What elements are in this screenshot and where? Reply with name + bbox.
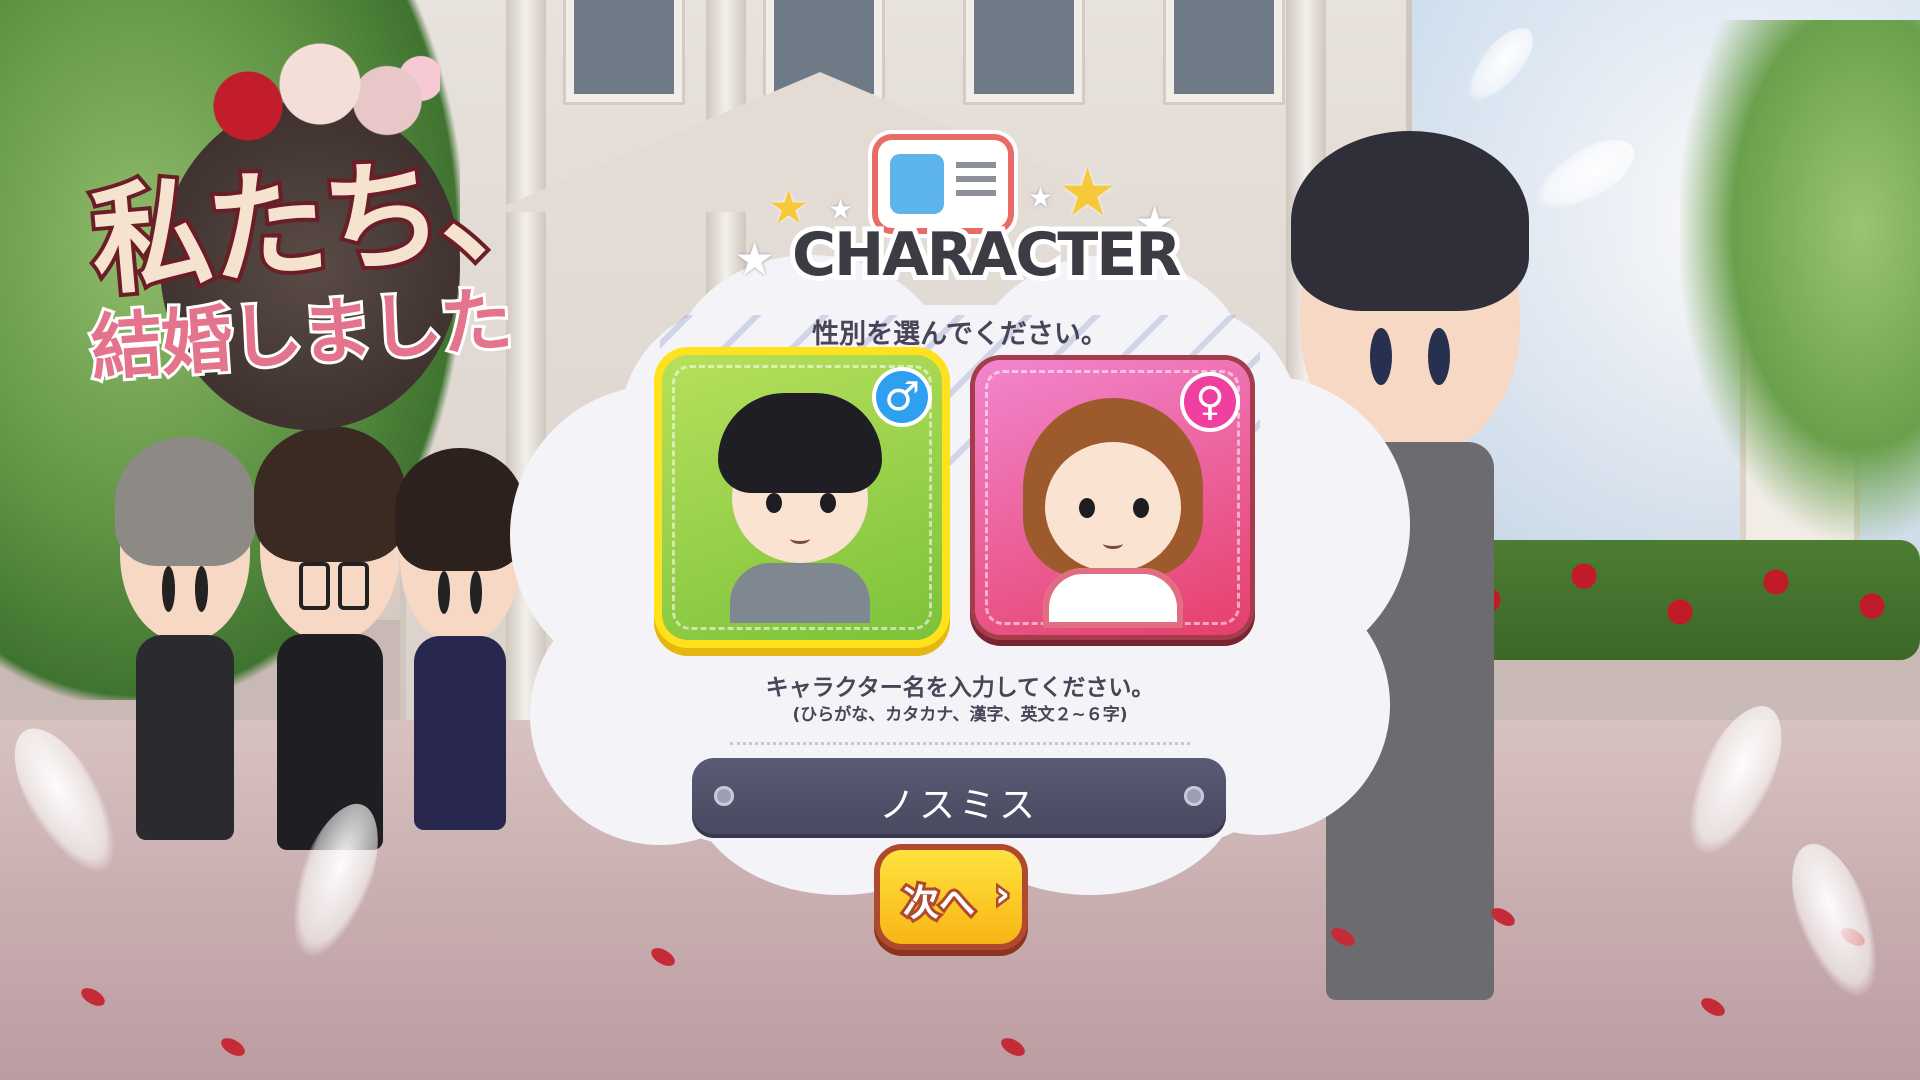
name-hint: (ひらがな、カタカナ、漢字、英文２~６字)	[792, 705, 1128, 725]
rivet-icon	[1184, 786, 1204, 806]
female-card[interactable]: ♀	[975, 360, 1250, 635]
guest-glasses-man	[254, 426, 406, 850]
rivet-icon	[714, 786, 734, 806]
game-logo: 私たち、 結婚しました	[50, 40, 570, 430]
guest-grandmother	[114, 437, 256, 840]
gender-prompt: 性別を選んでください。	[812, 319, 1108, 350]
guest-woman	[395, 448, 525, 830]
female-avatar	[1023, 398, 1203, 628]
male-symbol-icon: ♂	[876, 371, 928, 423]
divider	[730, 742, 1190, 745]
male-card[interactable]: ♂	[662, 355, 942, 640]
name-prompt: キャラクター名を入力してください。	[765, 675, 1155, 701]
star-icon: ★	[734, 232, 776, 286]
female-symbol-icon: ♀	[1184, 376, 1236, 428]
next-button[interactable]: 次へ ›	[880, 850, 1022, 944]
next-button-label: 次へ	[900, 880, 978, 927]
star-icon: ★	[1058, 154, 1118, 231]
star-icon: ★	[1028, 181, 1054, 214]
character-name-value: ノスミス	[878, 785, 1039, 826]
dialog-header: ★ ★ ★ ★ ★ ★ ★ CHARACTER	[728, 140, 1188, 300]
dialog-title: CHARACTER	[787, 215, 1186, 295]
chapel-window	[1166, 0, 1282, 102]
male-avatar	[710, 393, 890, 623]
tree-foliage-right	[1680, 20, 1920, 540]
character-name-field[interactable]: ノスミス	[692, 758, 1226, 838]
id-card-icon	[878, 140, 1008, 228]
chevron-right-icon: ›	[993, 872, 1013, 918]
